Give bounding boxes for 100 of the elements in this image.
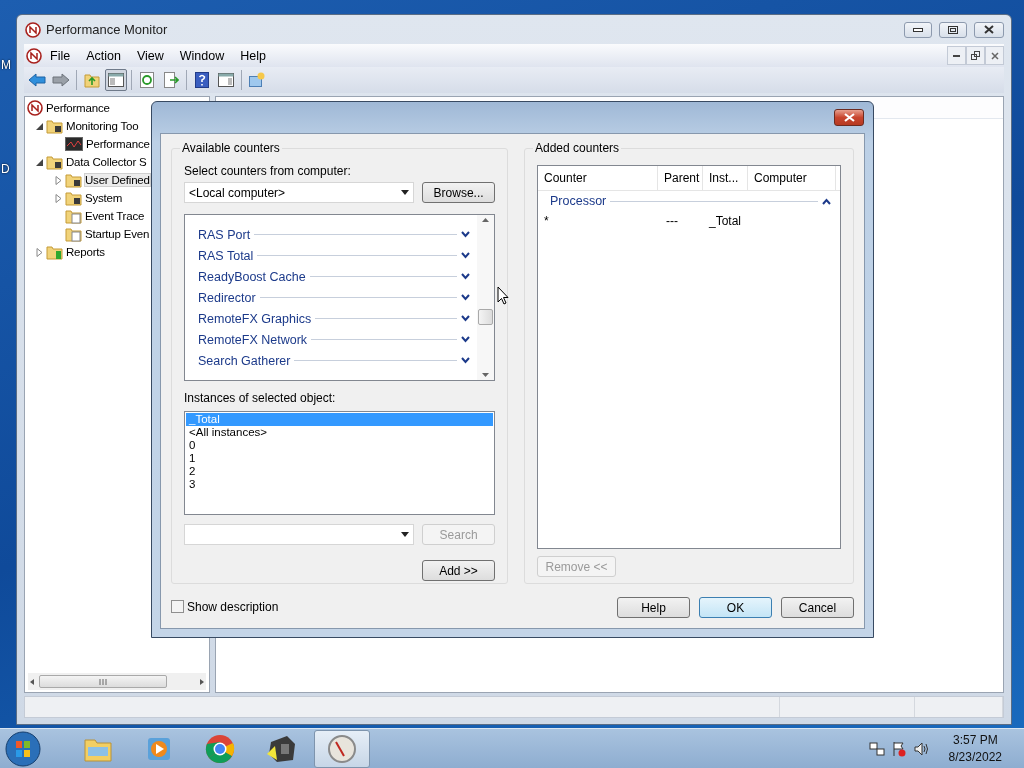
tree-item[interactable]: Data Collector S [65,155,148,169]
counter-object[interactable]: Redirector [198,290,256,305]
collapse-icon[interactable] [35,121,44,131]
network-icon[interactable] [868,740,885,757]
document-icon [65,226,82,242]
menu-item[interactable]: Help [232,48,274,63]
expand-icon[interactable] [461,273,470,280]
tree-item[interactable]: Reports [65,245,106,259]
document-icon [65,208,82,224]
expand-icon[interactable] [461,294,470,301]
scroll-thumb[interactable] [478,309,493,325]
column-header[interactable]: Counter [538,166,658,190]
horizontal-scrollbar[interactable] [28,673,206,690]
menu-item[interactable]: Window [171,48,233,63]
menu-item[interactable]: View [128,48,172,63]
table-cell-text: --- [665,214,679,228]
instance-item[interactable]: 1 [186,452,493,465]
minimize-button[interactable] [947,46,966,65]
table-cell-text: _Total [708,214,743,228]
close-icon [843,113,855,122]
expand-icon[interactable] [461,231,470,238]
scroll-right-icon[interactable] [198,677,206,686]
scroll-up-icon[interactable] [482,218,489,222]
scroll-left-icon[interactable] [28,677,36,686]
restore-icon [971,51,980,60]
mouse-cursor-icon [497,286,509,305]
restore-button[interactable] [966,46,985,65]
browse-button[interactable]: Browse... [422,182,495,203]
group-title: Available counters [180,141,282,155]
clock[interactable]: 3:57 PM 8/23/2022 [948,731,1002,766]
expand-icon[interactable] [461,336,470,343]
tree-item[interactable]: Monitoring Too [65,119,140,133]
column-header[interactable]: Inst... [703,166,748,190]
expand-icon[interactable] [461,252,470,259]
field-label: Select counters from computer: [184,164,352,178]
counter-object[interactable]: RAS Port [198,227,251,242]
window-title: Performance Monitor [46,22,169,37]
maximize-icon [948,25,958,34]
checkbox-label: Show description [187,599,279,614]
dialog-button[interactable]: OK [699,597,772,618]
instance-item[interactable]: 2 [186,465,493,478]
tree-item[interactable]: Performance [85,137,151,151]
gauge-icon [327,733,357,764]
folder-up-icon [84,72,100,88]
group-header[interactable]: Processor [550,194,607,208]
vertical-scrollbar[interactable] [477,215,494,380]
computer-dropdown[interactable]: <Local computer> [184,182,415,203]
instance-item[interactable]: <All instances> [186,426,493,439]
tree-item[interactable]: System [84,191,124,205]
checkbox[interactable] [171,600,184,613]
group-title: Added counters [533,141,622,155]
dialog-button[interactable]: Help [617,597,690,618]
document-menu-icon[interactable] [26,47,42,64]
volume-icon[interactable] [912,740,929,757]
column-header[interactable]: Parent [658,166,703,190]
menu-item[interactable]: File [42,48,79,63]
expand-icon[interactable] [461,357,470,364]
scroll-thumb[interactable] [39,675,167,688]
folder-icon [65,190,82,206]
tree-item[interactable]: Startup Even [84,227,151,241]
column-header[interactable]: Computer [748,166,836,190]
browser-icon [205,733,235,764]
table-cell-text: * [543,214,550,228]
collapse-icon[interactable] [822,197,831,205]
tree-item[interactable]: Event Trace [84,209,146,223]
close-icon [990,51,999,60]
close-button[interactable] [974,21,1004,38]
instance-item[interactable]: 0 [186,439,493,452]
menu-item[interactable]: Action [78,48,129,63]
tree-item[interactable]: User Defined [84,173,151,187]
console-tree-icon [108,73,124,87]
instance-item[interactable]: 3 [186,478,493,491]
app-icon [25,21,41,38]
help-icon [195,72,209,88]
flag-icon[interactable] [890,740,907,757]
dialog-button[interactable]: Cancel [781,597,854,618]
counter-object[interactable]: ReadyBoost Cache [198,269,306,284]
counter-object[interactable]: RAS Total [198,248,254,263]
expand-icon[interactable] [461,315,470,322]
tree-item[interactable]: Performance [45,101,111,115]
add-button[interactable]: Add >> [422,560,495,581]
desktop-icon-label[interactable]: D [1,162,10,176]
grip-icon [99,678,107,685]
minimize-icon [953,54,960,57]
maximize-button[interactable] [939,21,967,38]
toolbar-button[interactable] [105,69,127,91]
start-button[interactable] [4,729,42,768]
minimize-icon [913,27,923,32]
minimize-button[interactable] [904,21,932,38]
dropdown-arrow-icon [401,190,410,195]
close-button[interactable] [834,109,864,126]
search-field[interactable] [184,524,415,545]
counter-object[interactable]: Search Gatherer [198,353,291,368]
date-text: 8/23/2022 [948,748,1002,766]
scroll-down-icon[interactable] [482,373,489,377]
collapse-icon[interactable] [35,157,44,167]
counter-object[interactable]: RemoteFX Network [198,332,308,347]
desktop-icon-label[interactable]: M [1,58,11,72]
counter-object[interactable]: RemoteFX Graphics [198,311,312,326]
new-window-icon [248,72,266,88]
